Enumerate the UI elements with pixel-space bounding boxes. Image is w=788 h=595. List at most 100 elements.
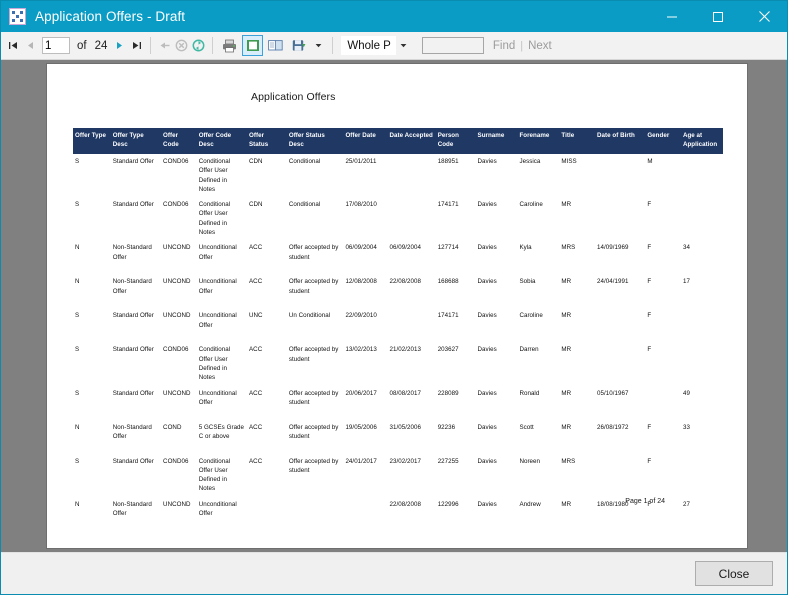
next-page-icon[interactable]	[111, 36, 128, 56]
table-cell: 168688	[437, 278, 459, 286]
print-icon[interactable]	[219, 35, 240, 56]
window-controls	[649, 1, 787, 32]
table-cell: Offer accepted by student	[288, 457, 339, 474]
table-cell: 227255	[437, 457, 459, 465]
table-cell: 188951	[437, 157, 459, 165]
table-cell	[645, 386, 681, 420]
table-cell: M	[647, 157, 653, 165]
table-cell: 21/02/2013	[389, 346, 421, 354]
page-number-input[interactable]	[42, 37, 70, 54]
table-cell: Jessica	[519, 157, 541, 165]
table-cell: 25/01/2011	[345, 157, 377, 165]
stop-icon[interactable]	[173, 36, 190, 56]
table-cell	[595, 197, 645, 240]
table-cell: S	[75, 457, 80, 465]
table-cell: Conditional Offer User Defined in Notes	[198, 157, 231, 193]
print-layout-icon[interactable]	[242, 35, 264, 56]
window-title: Application Offers - Draft	[35, 9, 186, 24]
last-page-icon[interactable]	[128, 36, 145, 56]
export-save-icon[interactable]	[288, 35, 309, 56]
column-header: Offer Date	[343, 128, 388, 154]
zoom-chevron-down-icon[interactable]	[395, 36, 411, 55]
table-cell: 33	[682, 423, 690, 431]
table-cell	[681, 454, 723, 497]
table-cell: 24/04/1991	[597, 278, 629, 286]
table-cell: MISS	[561, 157, 577, 165]
table-cell: ACC	[249, 244, 263, 252]
table-cell: Non-Standard Offer	[112, 500, 152, 518]
table-cell: Davies	[477, 278, 497, 286]
report-preview-window: Application Offers - Draft of 24	[0, 0, 788, 595]
maximize-button[interactable]	[695, 1, 741, 32]
table-cell: Darren	[519, 346, 539, 354]
table-cell: ACC	[249, 278, 263, 286]
report-page: Application Offers Offer Type Offer Type …	[47, 64, 747, 548]
refresh-icon[interactable]	[190, 36, 207, 56]
export-dropdown-chevron-down-icon[interactable]	[310, 36, 327, 56]
table-cell: MR	[561, 500, 572, 508]
table-cell: Davies	[477, 389, 497, 397]
report-table: Offer Type Offer Type Desc Offer Code Offer…	[73, 128, 723, 531]
page-footer-label: Page 1 of 24	[625, 498, 665, 505]
table-cell: S	[75, 157, 80, 165]
toolbar-separator-2	[212, 37, 214, 54]
table-cell	[681, 154, 723, 197]
table-cell: 17	[682, 278, 690, 286]
table-cell: 17/08/2010	[345, 201, 377, 209]
report-preview-area[interactable]: Application Offers Offer Type Offer Type …	[1, 60, 787, 552]
table-cell: Standard Offer	[112, 389, 154, 397]
page-setup-icon[interactable]	[265, 35, 286, 56]
table-cell: Standard Offer	[112, 457, 154, 465]
toolbar-separator-1	[150, 37, 152, 54]
table-cell: Offer accepted by student	[288, 346, 339, 363]
table-cell: Caroline	[519, 312, 543, 320]
table-cell: Conditional Offer User Defined in Notes	[198, 346, 231, 382]
zoom-select[interactable]: Whole P	[340, 35, 412, 56]
minimize-button[interactable]	[649, 1, 695, 32]
zoom-value: Whole P	[347, 39, 391, 52]
of-label: of	[77, 39, 87, 52]
table-cell: S	[75, 201, 80, 209]
table-cell	[343, 497, 387, 531]
table-cell: N	[75, 500, 80, 508]
table-cell: 06/09/2004	[389, 244, 421, 252]
table-cell: 5 GCSEs Grade C or above	[198, 423, 245, 440]
column-header: Offer Code	[161, 128, 197, 154]
table-cell: F	[647, 244, 652, 252]
table-cell	[681, 342, 723, 385]
table-cell: F	[647, 201, 652, 209]
table-cell: COND06	[163, 201, 189, 209]
table-cell: F	[647, 457, 652, 465]
table-cell: 22/08/2008	[389, 500, 421, 508]
find-button[interactable]: Find	[493, 40, 515, 52]
dialog-footer: Close	[1, 552, 787, 594]
column-header: Date of Birth	[595, 128, 646, 154]
table-row: S Standard Offer UNCOND Unconditional Offer…	[73, 386, 723, 420]
table-cell: Non-Standard Offer	[112, 278, 152, 295]
table-cell: Standard Offer	[112, 157, 154, 165]
close-dialog-button[interactable]: Close	[695, 561, 773, 586]
back-arrow-icon[interactable]	[156, 36, 173, 56]
table-row: N Non-Standard Offer UNCOND Unconditional O…	[73, 240, 723, 274]
close-button[interactable]	[741, 1, 787, 32]
table-cell: S	[75, 346, 80, 354]
table-cell: Andrew	[519, 500, 541, 508]
table-cell: 203627	[437, 346, 459, 354]
app-grid-icon	[9, 8, 26, 25]
table-cell: Standard Offer	[112, 312, 154, 320]
previous-page-icon[interactable]	[22, 36, 39, 56]
table-cell: Unconditional Offer	[198, 244, 237, 261]
table-cell: 92236	[437, 423, 456, 431]
table-cell: 22/08/2008	[389, 278, 421, 286]
column-header: Offer Status	[247, 128, 287, 154]
table-cell: Davies	[477, 244, 497, 252]
find-next-button[interactable]: Next	[528, 40, 552, 52]
column-header: Offer Type Desc	[110, 128, 162, 154]
first-page-icon[interactable]	[5, 36, 22, 56]
toolbar-separator-3	[332, 37, 334, 54]
table-cell: ACC	[249, 346, 263, 354]
find-input[interactable]	[421, 37, 484, 54]
preview-toolbar: of 24	[1, 32, 787, 60]
table-cell: Scott	[519, 423, 534, 431]
table-cell: S	[75, 389, 80, 397]
